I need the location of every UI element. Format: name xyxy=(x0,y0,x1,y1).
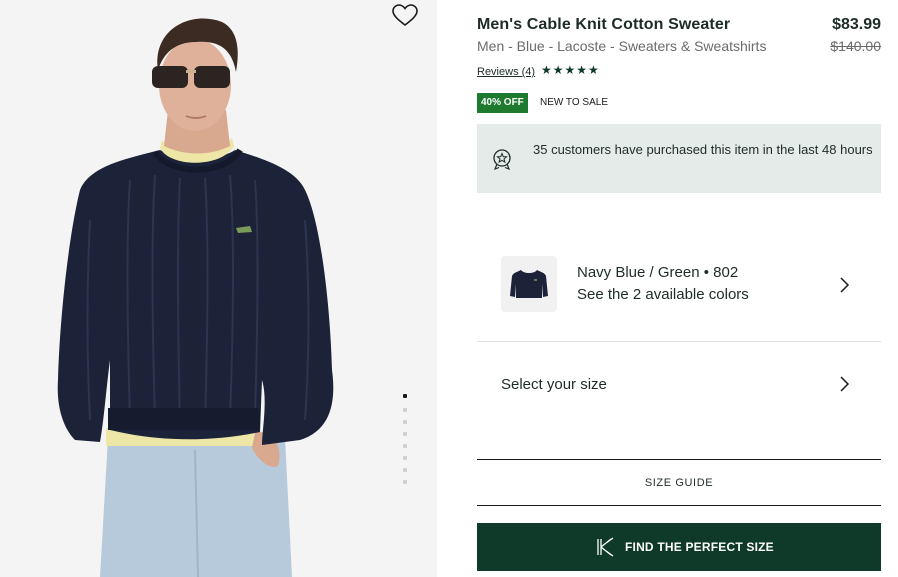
original-price: $140.00 xyxy=(830,38,881,54)
product-title: Men's Cable Knit Cotton Sweater xyxy=(477,16,731,33)
chevron-right-icon xyxy=(837,276,851,294)
gallery-dot[interactable] xyxy=(403,420,407,424)
purchase-notice: 35 customers have purchased this item in… xyxy=(477,124,881,193)
chevron-right-icon xyxy=(837,375,851,393)
gallery-pagination[interactable] xyxy=(401,394,409,488)
color-thumbnail xyxy=(501,256,557,312)
discount-badge: 40% OFF xyxy=(477,93,528,113)
product-photo xyxy=(57,18,334,577)
gallery-dot[interactable] xyxy=(403,432,407,436)
available-colors-label: See the 2 available colors xyxy=(577,286,749,303)
gallery-dot[interactable] xyxy=(403,444,407,448)
award-badge-icon xyxy=(491,148,513,171)
product-category-breadcrumb: Men - Blue - Lacoste - Sweaters & Sweats… xyxy=(477,38,767,54)
size-selector-label: Select your size xyxy=(501,376,607,393)
gallery-dot-active[interactable] xyxy=(403,394,407,398)
color-selector[interactable]: Navy Blue / Green • 802 See the 2 availa… xyxy=(477,234,881,342)
purchase-notice-text: 35 customers have purchased this item in… xyxy=(533,142,873,157)
find-perfect-size-label: FIND THE PERFECT SIZE xyxy=(625,540,774,554)
gallery-dot[interactable] xyxy=(403,456,407,460)
reviews-link[interactable]: Reviews (4) xyxy=(477,66,535,78)
gallery-dot[interactable] xyxy=(403,480,407,484)
color-name: Navy Blue / Green • 802 xyxy=(577,264,739,281)
kiwi-sizing-icon xyxy=(595,537,615,557)
size-selector[interactable]: Select your size xyxy=(477,342,881,426)
find-perfect-size-button[interactable]: FIND THE PERFECT SIZE xyxy=(477,523,881,571)
sale-label: NEW TO SALE xyxy=(540,97,608,108)
rating-stars[interactable]: ★★★★★ xyxy=(541,63,600,77)
gallery-dot[interactable] xyxy=(403,408,407,412)
product-image-gallery[interactable] xyxy=(0,0,437,577)
gallery-dot[interactable] xyxy=(403,468,407,472)
wishlist-heart-icon[interactable] xyxy=(391,3,419,29)
sale-price: $83.99 xyxy=(832,16,881,33)
size-guide-button[interactable]: SIZE GUIDE xyxy=(477,459,881,506)
